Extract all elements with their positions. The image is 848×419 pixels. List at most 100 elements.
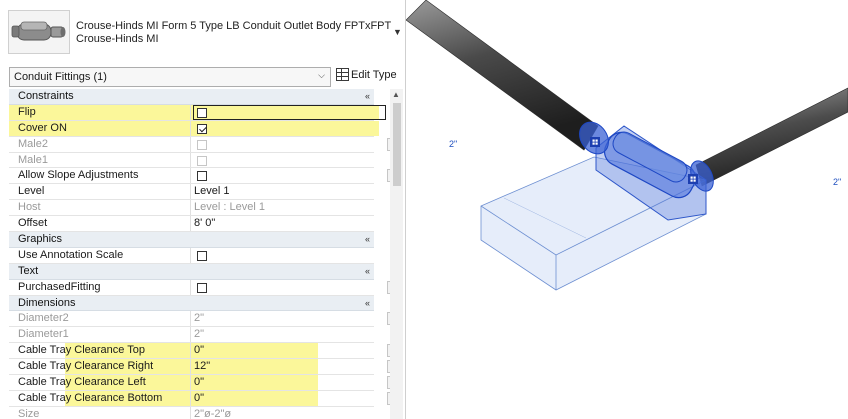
property-value-cable-tray-clearance-top[interactable]: 0" [194,343,204,359]
checkbox-purchasedfitting[interactable] [197,282,207,293]
property-name: Male2 [18,137,48,150]
category-filter-dropdown[interactable]: Conduit Fittings (1) ⌵ [9,67,331,87]
property-name: PurchasedFitting [18,280,101,293]
checkbox-flip[interactable] [197,107,207,118]
column-divider [190,168,191,184]
property-name: Level [18,185,45,198]
conduit-right[interactable] [695,87,848,187]
column-divider [190,136,191,152]
dimension-label-left[interactable]: 2" [449,139,457,149]
scroll-up-icon[interactable]: ▲ [392,90,400,99]
double-chevron-up-icon[interactable]: « [365,264,370,280]
group-label: Text [18,264,39,277]
category-filter-label: Conduit Fittings (1) [14,71,107,83]
property-name: Cable Tray Clearance Left [18,376,146,389]
chevron-down-icon[interactable]: ▼ [393,27,402,37]
property-value-cable-tray-clearance-bottom[interactable]: 0" [194,391,204,407]
property-row-offset[interactable]: Offset 8' 0" [9,216,374,233]
property-value-level[interactable]: Level 1 [194,184,229,200]
property-row-flip[interactable]: Flip [9,104,386,121]
property-row-male1[interactable]: Male1 [9,152,374,169]
double-chevron-up-icon[interactable]: « [365,296,370,312]
property-value-size: 2"ø-2"ø [194,407,232,419]
checkbox-male2 [197,139,207,150]
property-name: Diameter2 [18,312,69,325]
property-row-use-annotation-scale[interactable]: Use Annotation Scale [9,247,374,264]
property-name: Use Annotation Scale [18,248,124,261]
column-divider [190,327,191,343]
column-divider [190,200,191,216]
property-row-allow-slope-adjustments[interactable]: Allow Slope Adjustments [9,168,396,185]
conduit-fitting-thumbnail [8,10,70,54]
conduit-left[interactable] [406,0,599,151]
property-row-cable-tray-clearance-left[interactable]: Cable Tray Clearance Left 0" [9,375,396,391]
group-header-dimensions[interactable]: Dimensions « [9,295,374,312]
chevron-down-icon: ⌵ [318,70,325,80]
group-label: Constraints [18,90,74,102]
property-row-diameter1[interactable]: Diameter1 2" [9,327,374,344]
group-header-text[interactable]: Text « [9,263,374,280]
column-divider [190,375,191,390]
property-value-cable-tray-clearance-right[interactable]: 12" [194,359,210,375]
property-name: Male1 [18,153,48,166]
column-divider [190,279,191,295]
edit-type-label: Edit Type [351,68,397,81]
group-header-graphics[interactable]: Graphics « [9,232,374,248]
active-cell-outline [193,104,386,120]
group-label: Graphics [18,233,63,246]
checkbox-cover-on[interactable] [197,123,207,134]
group-header-constraints[interactable]: Constraints « [9,89,374,105]
group-label: Dimensions [18,296,76,309]
property-name: Cover ON [18,121,67,134]
filter-row: Conduit Fittings (1) ⌵ Edit Type [0,65,405,87]
column-divider [190,343,191,359]
property-name: Cable Tray Clearance Right [18,360,154,373]
property-value-cable-tray-clearance-left[interactable]: 0" [194,375,204,391]
column-divider [190,104,191,120]
type-selector[interactable]: Crouse-Hinds MI Form 5 Type LB Conduit O… [0,0,405,62]
dimension-label-right[interactable]: 2" [833,177,841,187]
property-value-diameter1: 2" [194,328,205,341]
property-row-purchasedfitting[interactable]: PurchasedFitting [9,279,396,296]
property-row-host[interactable]: Host Level : Level 1 [9,200,374,217]
property-row-size[interactable]: Size 2"ø-2"ø [9,406,374,419]
property-row-cable-tray-clearance-bottom[interactable]: Cable Tray Clearance Bottom 0" [9,390,396,407]
column-divider [190,359,191,375]
model-view [406,0,848,291]
property-value-host: Level : Level 1 [194,201,265,214]
checkbox-use-annotation-scale[interactable] [197,250,207,261]
property-row-cover-on[interactable]: Cover ON [9,120,379,137]
column-divider [190,311,191,327]
3d-viewport[interactable]: 2" 2" [406,0,848,419]
column-divider [190,390,191,406]
property-name: Cable Tray Clearance Bottom [18,391,163,404]
column-divider [190,247,191,263]
property-row-male2[interactable]: Male2 [9,136,396,153]
double-chevron-up-icon[interactable]: « [365,89,370,105]
edit-type-button[interactable]: Edit Type [336,68,397,85]
property-row-level[interactable]: Level Level 1 [9,184,374,201]
property-value-diameter2: 2" [194,312,205,325]
property-name: Diameter1 [18,328,69,341]
column-divider [190,184,191,200]
properties-panel: Crouse-Hinds MI Form 5 Type LB Conduit O… [0,0,406,419]
properties-grid: Constraints « Flip Cover ON Male2 Male1 Allow … [9,89,396,419]
property-name: Allow Slope Adjustments [18,169,139,182]
connector-grip-left[interactable] [590,137,600,147]
property-value-offset[interactable]: 8' 0" [194,216,215,232]
property-row-cable-tray-clearance-top[interactable]: Cable Tray Clearance Top 0" [9,343,396,360]
column-divider [190,406,191,419]
edit-type-icon [336,68,349,81]
property-row-cable-tray-clearance-right[interactable]: Cable Tray Clearance Right 12" [9,359,396,376]
property-name: Host [18,201,41,214]
checkbox-allow-slope-adjustments[interactable] [197,171,207,182]
connector-grip-right[interactable] [688,174,698,184]
scrollbar-thumb[interactable] [393,103,401,186]
properties-scrollbar[interactable]: ▲ [390,89,403,419]
property-name: Flip [18,105,36,118]
property-row-diameter2[interactable]: Diameter2 2" [9,311,396,328]
double-chevron-up-icon[interactable]: « [365,232,370,248]
type-name: Crouse-Hinds MI Form 5 Type LB Conduit O… [76,20,392,46]
column-divider [190,120,191,136]
type-name-line1: Crouse-Hinds MI Form 5 Type LB Conduit O… [76,20,392,32]
